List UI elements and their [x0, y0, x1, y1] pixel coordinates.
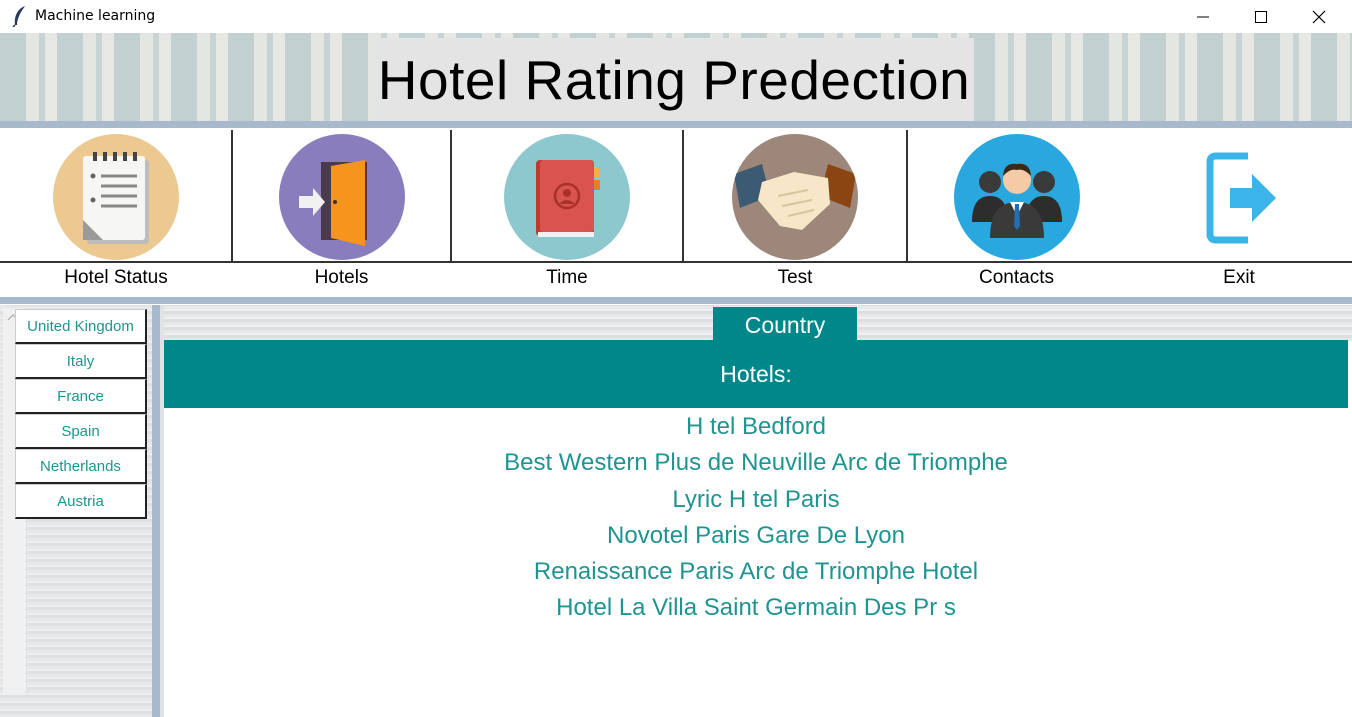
- maximize-icon: [1255, 10, 1267, 23]
- hotel-list: H tel Bedford Best Western Plus de Neuvi…: [164, 411, 1348, 629]
- country-button-italy[interactable]: Italy: [15, 344, 147, 379]
- main-content: Country Hotels: H tel Bedford Best Weste…: [160, 305, 1352, 717]
- title-bar: Machine learning: [0, 0, 1352, 33]
- feather-icon: [12, 6, 25, 27]
- exit-label: Exit: [1223, 267, 1255, 288]
- toolbar-divider: [0, 297, 1352, 304]
- country-button-france[interactable]: France: [15, 379, 147, 414]
- banner-divider: [0, 121, 1352, 128]
- hotels-header: Hotels:: [164, 340, 1348, 408]
- close-button[interactable]: [1290, 0, 1348, 33]
- toolbar-separator: [450, 130, 452, 263]
- country-button-united-kingdom[interactable]: United Kingdom: [15, 309, 147, 344]
- hotel-status-button[interactable]: Hotel Status: [0, 128, 233, 300]
- app-title: Hotel Rating Predection: [377, 49, 971, 111]
- contacts-button[interactable]: Contacts: [906, 128, 1126, 300]
- door-enter-icon: [278, 134, 405, 260]
- hotels-label: Hotels: [314, 267, 369, 288]
- address-book-icon: [504, 134, 630, 260]
- hotel-status-label: Hotel Status: [64, 267, 168, 288]
- country-button-austria[interactable]: Austria: [15, 484, 147, 519]
- toolbar-separator: [906, 130, 908, 263]
- time-button[interactable]: Time: [450, 128, 683, 300]
- list-item[interactable]: Best Western Plus de Neuville Arc de Tri…: [164, 447, 1348, 483]
- list-item[interactable]: Lyric H tel Paris: [164, 484, 1348, 520]
- tab-country[interactable]: Country: [713, 307, 857, 343]
- contacts-icon-box: [907, 130, 1126, 263]
- country-button-netherlands[interactable]: Netherlands: [15, 449, 147, 484]
- main-left-edge: [160, 305, 164, 717]
- minimize-icon: [1197, 16, 1209, 17]
- exit-icon-box: [1126, 130, 1352, 263]
- sidebar-divider: [152, 305, 160, 717]
- minimize-button[interactable]: [1174, 0, 1232, 33]
- handshake-icon: [732, 134, 858, 260]
- list-item[interactable]: Novotel Paris Gare De Lyon: [164, 520, 1348, 556]
- app-title-box: Hotel Rating Predection: [374, 38, 974, 122]
- contacts-label: Contacts: [979, 267, 1054, 288]
- maximize-button[interactable]: [1232, 0, 1290, 33]
- hotels-button[interactable]: Hotels: [232, 128, 451, 300]
- list-item[interactable]: Renaissance Paris Arc de Triomphe Hotel: [164, 556, 1348, 592]
- main-toolbar: Hotel Status Hotels Time Test Contacts E…: [0, 128, 1352, 304]
- people-icon: [953, 134, 1080, 260]
- hotel-status-icon-box: [0, 130, 232, 263]
- notepad-icon: [53, 134, 179, 260]
- test-label: Test: [777, 267, 813, 288]
- country-sidebar: United Kingdom Italy France Spain Nether…: [0, 305, 162, 717]
- toolbar-separator: [682, 130, 684, 263]
- time-label: Time: [546, 267, 588, 288]
- test-button[interactable]: Test: [682, 128, 907, 300]
- time-icon-box: [451, 130, 683, 263]
- exit-button[interactable]: Exit: [1126, 128, 1352, 300]
- hotels-icon-box: [232, 130, 451, 263]
- close-icon: [1312, 10, 1326, 23]
- list-item[interactable]: Hotel La Villa Saint Germain Des Pr s: [164, 592, 1348, 628]
- list-item[interactable]: H tel Bedford: [164, 411, 1348, 447]
- header-banner: Hotel Rating Predection: [0, 33, 1352, 128]
- country-button-spain[interactable]: Spain: [15, 414, 147, 449]
- exit-icon: [1206, 152, 1276, 244]
- window-title: Machine learning: [35, 8, 156, 24]
- test-icon-box: [683, 130, 907, 263]
